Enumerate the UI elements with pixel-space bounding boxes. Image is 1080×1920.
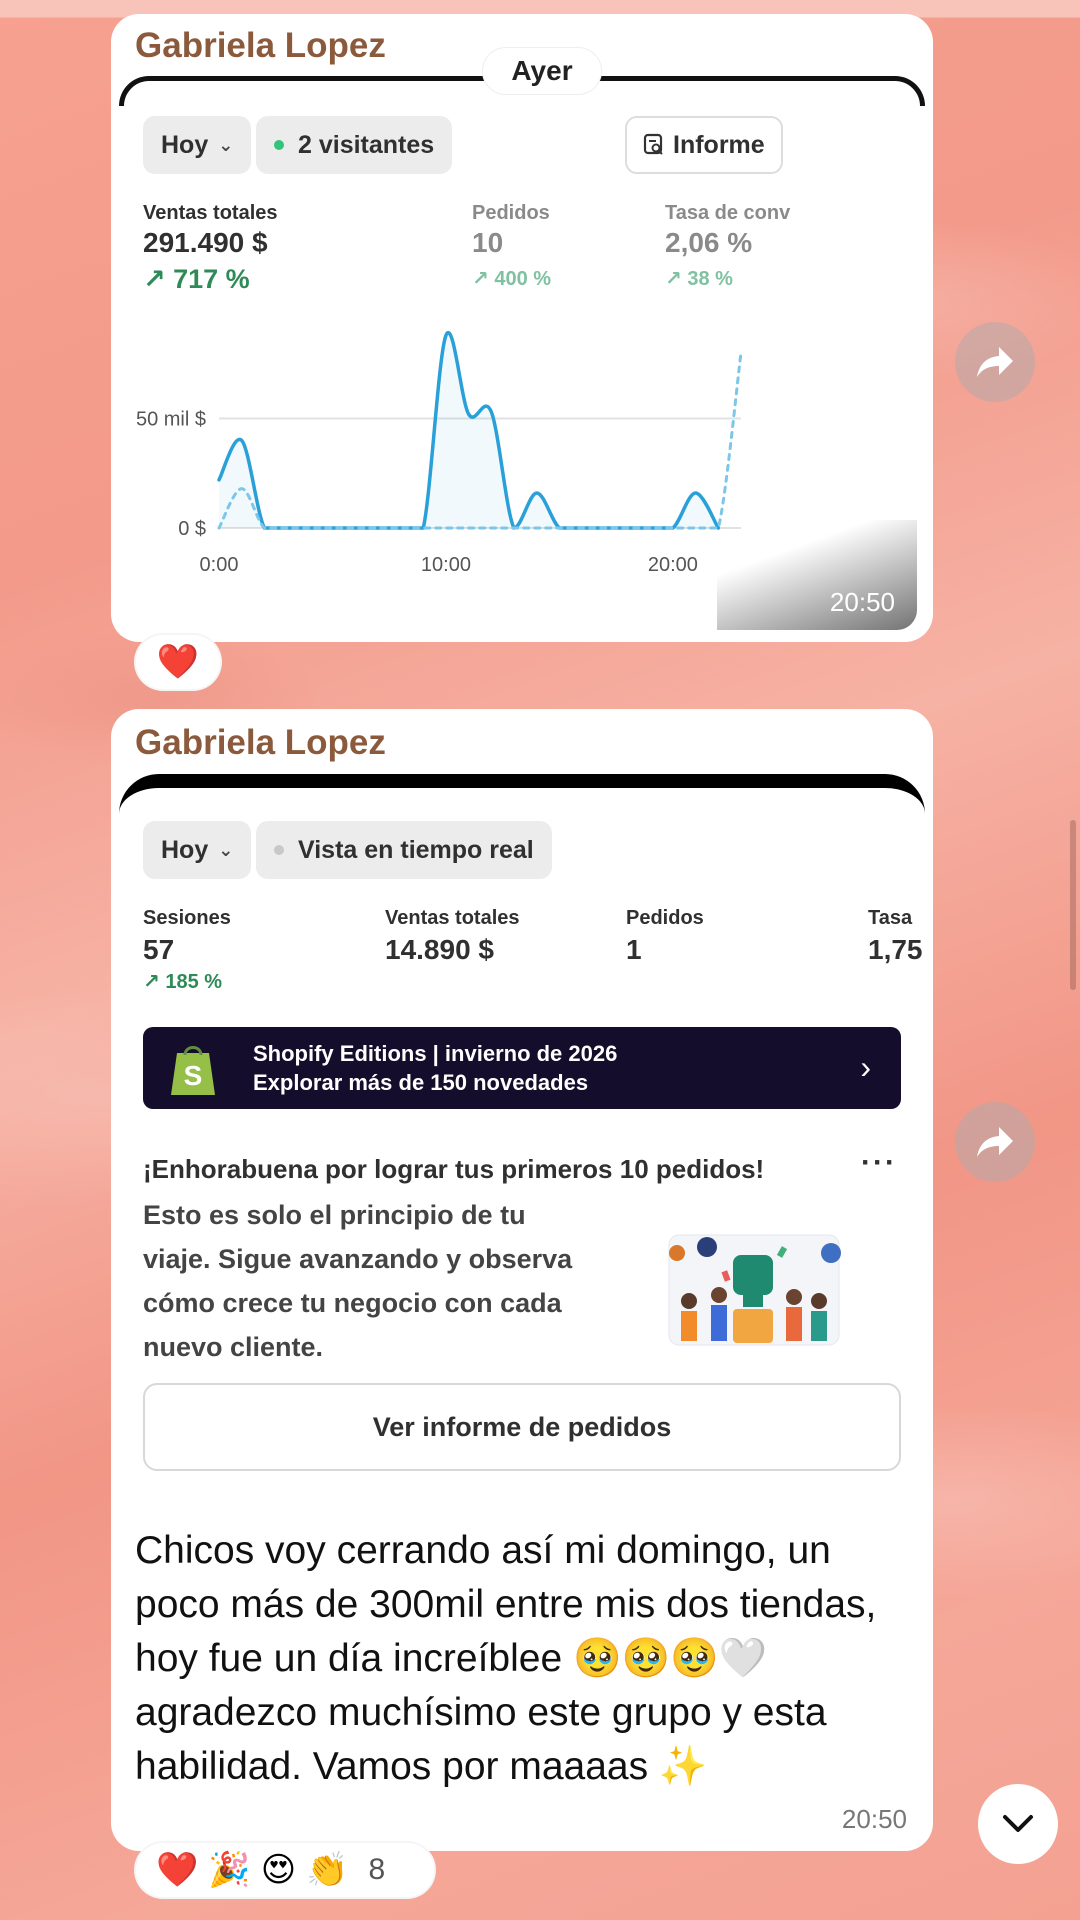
status-dot-icon: [274, 845, 284, 855]
heart-reaction: ❤️: [156, 643, 200, 681]
more-options-icon: ···: [861, 1146, 897, 1179]
metric-change-sessions: ↗ 185 %: [143, 971, 223, 993]
shopify-editions-banner: S Shopify Editions | invierno de 2026 Ex…: [143, 1027, 901, 1109]
metric-label-sales: Ventas totales: [385, 907, 520, 929]
svg-text:S: S: [184, 1060, 203, 1091]
period-filter-label: Hoy: [161, 835, 209, 864]
metric-value-rate: 1,75: [868, 934, 923, 965]
metric-value-orders: 1: [626, 934, 642, 965]
reaction-count: 8: [368, 1853, 386, 1886]
congrats-body: Esto es solo el principio de tu viaje. S…: [143, 1200, 573, 1362]
heart-reaction: ❤️: [156, 1851, 199, 1889]
heart-eyes-reaction: 😍: [260, 1851, 297, 1889]
banner-title: Shopify Editions | invierno de 2026: [253, 1041, 618, 1066]
forward-button-1[interactable]: [955, 322, 1035, 402]
y-tick-label: 0 $: [178, 518, 206, 540]
congrats-title: ¡Enhorabuena por lograr tus primeros 10 …: [143, 1154, 765, 1184]
celebration-illustration: [668, 1234, 841, 1346]
forward-icon: [977, 347, 1013, 377]
clap-reaction: 👏: [306, 1851, 349, 1889]
banner-subtitle: Explorar más de 150 novedades: [253, 1070, 589, 1095]
realtime-badge: Vista en tiempo real: [256, 821, 552, 879]
y-tick-label: 50 mil $: [136, 409, 206, 431]
metric-value-sessions: 57: [143, 934, 175, 965]
attached-screenshot-1[interactable]: Hoy ⌄ 2 visitantes Informe Ventas totale…: [119, 76, 925, 636]
forward-button-2[interactable]: [955, 1102, 1035, 1182]
metric-label-orders: Pedidos: [626, 907, 704, 929]
chevron-right-icon: ›: [860, 1049, 871, 1085]
message-time: 20:50: [829, 587, 895, 617]
reaction-badge-1[interactable]: ❤️: [134, 633, 222, 691]
realtime-label: Vista en tiempo real: [298, 835, 534, 864]
reaction-badge-2[interactable]: ❤️ 🎉 😍 👏 8: [134, 1841, 436, 1899]
x-tick-label: 20:00: [648, 554, 698, 576]
message-text: Chicos voy cerrando así mi domingo, un p…: [135, 1529, 877, 1788]
date-separator: Ayer: [482, 47, 602, 95]
metric-change-sessions-value: 185 %: [165, 971, 223, 993]
period-filter: Hoy ⌄: [143, 821, 252, 879]
scrollbar[interactable]: [1070, 820, 1076, 990]
metric-label-rate: Tasa: [868, 907, 913, 929]
attached-screenshot-2[interactable]: Hoy ⌄ Vista en tiempo real Sesiones 57 ↗…: [119, 774, 925, 1534]
message-bubble-2[interactable]: Gabriela Lopez Hoy ⌄ Vista en tiempo rea…: [111, 709, 933, 1851]
series-area: [219, 332, 719, 528]
metric-value-sales: 14.890 $: [385, 934, 494, 965]
party-reaction: 🎉: [208, 1851, 251, 1889]
sender-name[interactable]: Gabriela Lopez: [135, 723, 386, 763]
sender-name[interactable]: Gabriela Lopez: [135, 26, 386, 66]
view-orders-report-button: Ver informe de pedidos: [143, 1383, 901, 1471]
message-time: 20:50: [841, 1804, 907, 1834]
forward-icon: [977, 1127, 1013, 1157]
chevron-down-icon: [1003, 1815, 1033, 1832]
metric-label-sessions: Sesiones: [143, 907, 231, 929]
scroll-to-bottom-button[interactable]: [978, 1784, 1058, 1864]
message-bubble-1[interactable]: Gabriela Lopez Hoy ⌄ 2 visitantes Inform…: [111, 14, 933, 642]
x-tick-label: 0:00: [200, 554, 239, 576]
shopify-logo-icon: S: [171, 1046, 215, 1095]
chevron-down-icon: ⌄: [218, 839, 234, 860]
x-tick-label: 10:00: [421, 554, 471, 576]
